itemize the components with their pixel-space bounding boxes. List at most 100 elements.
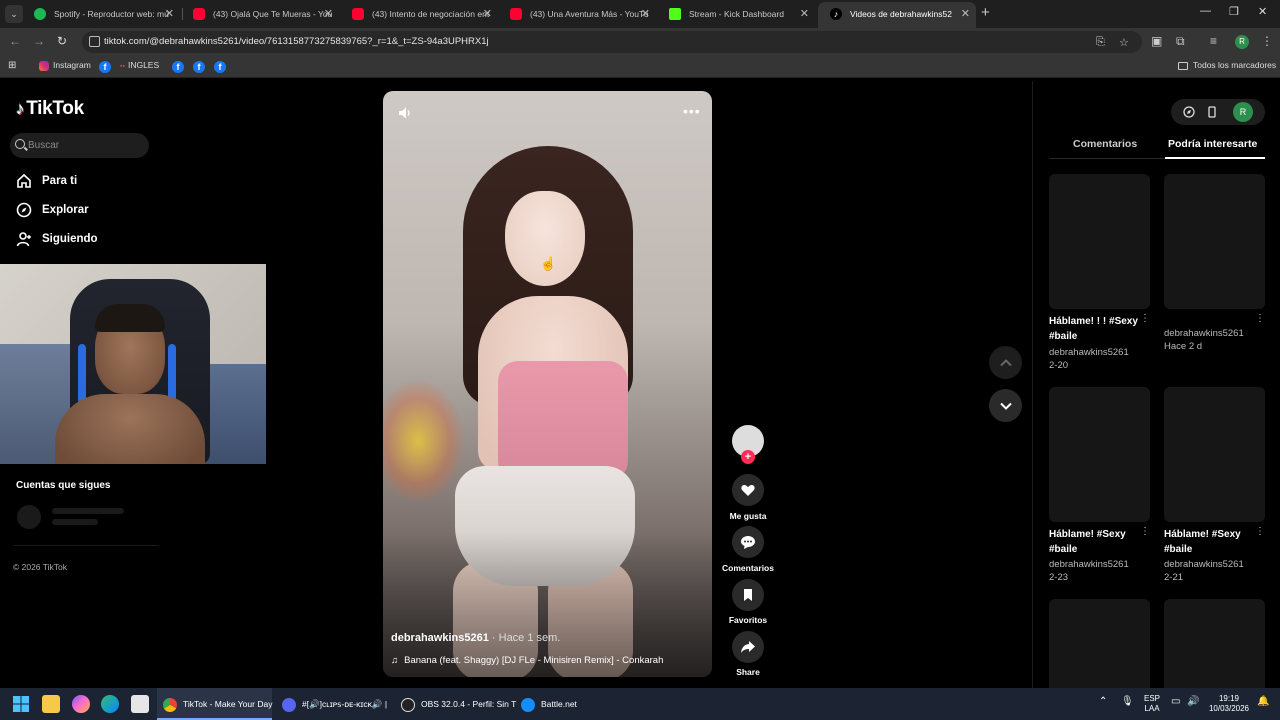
profile-avatar[interactable]: R: [1233, 102, 1253, 122]
back-icon[interactable]: ←: [9, 34, 21, 48]
nav-following[interactable]: Siguiendo: [16, 231, 98, 247]
video-card-thumbnail[interactable]: [1049, 599, 1150, 688]
close-tab-icon[interactable]: ✕: [483, 2, 492, 26]
close-tab-icon[interactable]: ✕: [800, 2, 809, 26]
minimize-icon[interactable]: —: [1200, 5, 1211, 17]
restore-icon[interactable]: ❐: [1229, 5, 1239, 18]
volume-icon[interactable]: 🔊: [1187, 697, 1199, 707]
close-tab-icon[interactable]: ✕: [961, 2, 970, 26]
video-card-title[interactable]: Háblame! #Sexy #baile: [1164, 527, 1254, 557]
video-card-thumbnail[interactable]: [1164, 599, 1265, 688]
favorites-button[interactable]: [732, 579, 764, 611]
browser-toolbar: ← → ↻ tiktok.com/@debrahawkins5261/video…: [0, 28, 1280, 56]
close-tab-icon[interactable]: ✕: [641, 2, 650, 26]
follow-plus-icon[interactable]: +: [741, 450, 755, 464]
card-more-icon[interactable]: ⋮: [1140, 526, 1150, 537]
tab-youtube-1[interactable]: (43) Ojalá Que Te Mueras - You ✕: [181, 2, 339, 26]
video-card-thumbnail[interactable]: [1164, 174, 1265, 309]
tab-tiktok[interactable]: ♪ Videos de debrahawkins52 ✕: [818, 2, 976, 28]
card-more-icon[interactable]: ⋮: [1255, 313, 1265, 324]
reload-icon[interactable]: ↻: [57, 34, 67, 48]
facebook-icon[interactable]: f: [193, 61, 205, 73]
microphone-icon[interactable]: 🎙: [1121, 697, 1134, 707]
video-author[interactable]: debrahawkins5261 · Hace 1 sem.: [391, 632, 560, 644]
volume-icon[interactable]: [397, 105, 413, 121]
windows-start-icon[interactable]: [12, 695, 30, 713]
tab-groups-icon[interactable]: ≡: [1210, 34, 1217, 48]
video-card-author[interactable]: debrahawkins5261: [1164, 327, 1244, 340]
music-note-icon: ♫: [391, 655, 399, 666]
bookmark-instagram[interactable]: Instagram: [39, 60, 91, 71]
compass-icon[interactable]: [1183, 106, 1195, 118]
more-options-icon[interactable]: •••: [683, 103, 701, 119]
address-bar[interactable]: tiktok.com/@debrahawkins5261/video/76131…: [82, 31, 1142, 53]
battlenet-icon: [521, 697, 535, 712]
kick-icon: [669, 8, 681, 20]
video-card-author[interactable]: debrahawkins5261: [1164, 558, 1244, 571]
tab-youtube-3[interactable]: (43) Una Aventura Más - YouTu ✕: [498, 2, 656, 26]
tab-youtube-2[interactable]: (43) Intento de negociación ent ✕: [340, 2, 498, 26]
language-indicator[interactable]: ESP LAA: [1143, 694, 1161, 714]
taskbar-discord[interactable]: #[🔊]ᴄʟɪᴘꜱ-ᴅᴇ-ᴋɪᴄᴋ🔊 |: [276, 688, 391, 720]
taskbar-chrome[interactable]: TikTok - Make Your Day: [157, 688, 272, 720]
tab-comments[interactable]: Comentarios: [1073, 138, 1137, 150]
bookmark-ingles[interactable]: ▪▪ INGLES: [120, 60, 159, 70]
clock[interactable]: 19:19 10/03/2026: [1205, 694, 1253, 714]
search-box[interactable]: [10, 133, 149, 158]
forward-icon[interactable]: →: [33, 34, 45, 48]
extensions-icon[interactable]: ⧉: [1176, 34, 1185, 49]
comments-button[interactable]: [732, 526, 764, 558]
menu-icon[interactable]: ⋮: [1261, 34, 1273, 48]
tray-overflow-icon[interactable]: ⌃: [1099, 697, 1107, 707]
video-card-title[interactable]: Háblame! #Sexy #baile: [1049, 527, 1139, 557]
new-tab-button[interactable]: +: [981, 4, 990, 21]
tab-kick[interactable]: Stream - Kick Dashboard ✕: [657, 2, 815, 26]
nav-for-you[interactable]: Para ti: [16, 173, 77, 189]
skeleton-line: [52, 508, 124, 514]
store-icon[interactable]: [131, 695, 149, 713]
edge-icon[interactable]: [101, 695, 119, 713]
install-app-icon[interactable]: ⎘: [1096, 36, 1105, 49]
nav-explore[interactable]: Explorar: [16, 202, 89, 218]
tab-spotify[interactable]: Spotify - Reproductor web: mú ✕: [22, 2, 180, 26]
card-more-icon[interactable]: ⋮: [1140, 313, 1150, 324]
taskbar-obs[interactable]: OBS 32.0.4 - Perfil: Sin T: [395, 688, 516, 720]
video-card-thumbnail[interactable]: [1164, 387, 1265, 522]
previous-video-button[interactable]: [989, 346, 1022, 379]
network-icon[interactable]: ▭: [1171, 697, 1180, 707]
video-card-author[interactable]: debrahawkins5261: [1049, 558, 1129, 571]
like-button[interactable]: [732, 474, 764, 506]
phone-icon[interactable]: [1206, 106, 1218, 118]
close-tab-icon[interactable]: ✕: [324, 2, 333, 26]
bookmark-star-icon[interactable]: ☆: [1119, 36, 1129, 49]
all-bookmarks[interactable]: Todos los marcadores: [1178, 60, 1276, 70]
tab-suggested[interactable]: Podría interesarte: [1168, 138, 1257, 150]
card-more-icon[interactable]: ⋮: [1255, 526, 1265, 537]
next-video-button[interactable]: [989, 389, 1022, 422]
close-window-icon[interactable]: ✕: [1258, 5, 1267, 18]
tab-search-button[interactable]: ⌄: [5, 5, 23, 23]
video-card-author[interactable]: debrahawkins5261: [1049, 346, 1129, 359]
url-text[interactable]: tiktok.com/@debrahawkins5261/video/76131…: [104, 36, 489, 47]
share-button[interactable]: [732, 631, 764, 663]
search-input[interactable]: [28, 137, 138, 154]
close-tab-icon[interactable]: ✕: [165, 2, 174, 26]
facebook-icon[interactable]: f: [99, 61, 111, 73]
video-card-thumbnail[interactable]: [1049, 387, 1150, 522]
notification-bell-icon[interactable]: 🔔: [1257, 697, 1269, 707]
apps-grid-icon[interactable]: ⊞: [8, 60, 16, 71]
copilot-icon[interactable]: [72, 695, 90, 713]
taskbar-battlenet[interactable]: Battle.net: [515, 688, 605, 720]
file-explorer-icon[interactable]: [42, 695, 60, 713]
video-card-title[interactable]: Háblame! ! ! #Sexy #baile: [1049, 314, 1139, 344]
video-card-date: 2-20: [1049, 360, 1069, 371]
tiktok-logo[interactable]: ♪ TikTok: [16, 98, 84, 120]
profile-avatar[interactable]: R: [1235, 35, 1249, 49]
media-icon[interactable]: ▣: [1151, 34, 1162, 48]
video-player[interactable]: ••• ☝ debrahawkins5261 · Hace 1 sem. ♫ Ba…: [383, 91, 712, 677]
site-info-icon[interactable]: [89, 36, 100, 47]
video-card-thumbnail[interactable]: [1049, 174, 1150, 309]
facebook-icon[interactable]: f: [214, 61, 226, 73]
video-music[interactable]: ♫ Banana (feat. Shaggy) [DJ FLe - Minisir…: [391, 655, 663, 666]
facebook-icon[interactable]: f: [172, 61, 184, 73]
